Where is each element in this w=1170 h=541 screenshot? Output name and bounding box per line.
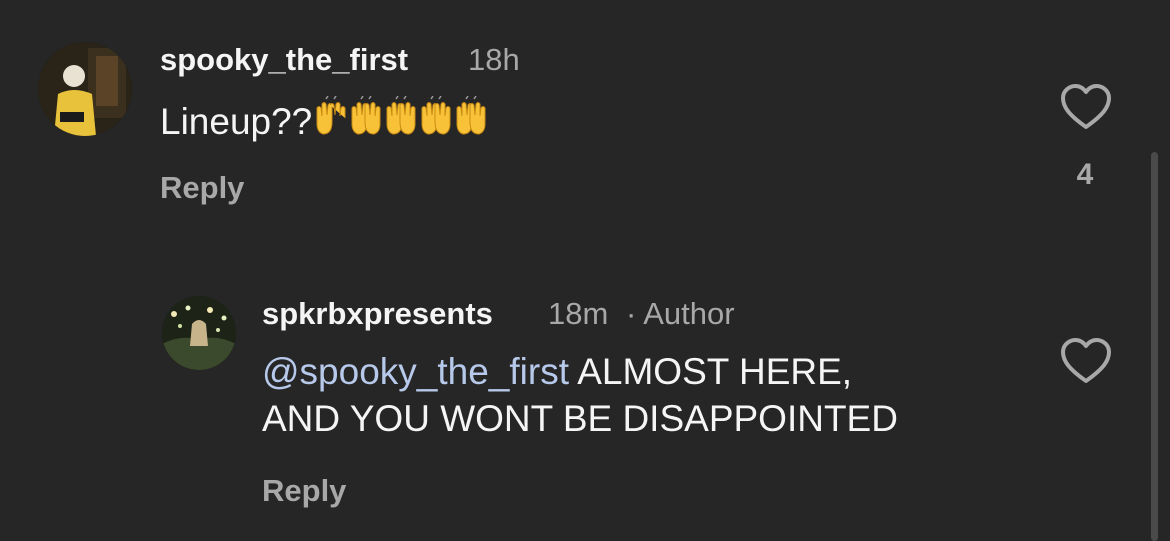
heart-outline-icon	[1061, 84, 1111, 129]
user-mention-link[interactable]: @spooky_the_first	[262, 351, 569, 392]
comment-timestamp: 18m	[548, 296, 609, 331]
comment-username[interactable]: spkrbxpresents	[262, 296, 493, 332]
like-button[interactable]	[1059, 336, 1113, 386]
raising-hands-emoji	[314, 96, 489, 140]
like-button[interactable]	[1059, 82, 1113, 132]
heart-outline-icon	[1061, 338, 1111, 383]
like-count: 4	[1076, 158, 1094, 191]
comment-text-line2: AND YOU WONT BE DISAPPOINTED	[262, 398, 898, 439]
comment-text: Lineup??	[160, 96, 489, 145]
reply-button[interactable]: Reply	[160, 170, 244, 206]
reply-button[interactable]: Reply	[262, 473, 346, 509]
scrollbar[interactable]	[1151, 152, 1158, 541]
comment-text: AND YOU WONT BE DISAPPOINTED	[262, 396, 898, 442]
author-badge: · Author	[626, 296, 735, 331]
comment-username[interactable]: spooky_the_first	[160, 42, 408, 78]
comment-timestamp: 18h	[468, 42, 520, 77]
comment-text: @spooky_the_first ALMOST HERE,	[262, 349, 852, 395]
avatar[interactable]	[162, 296, 236, 370]
avatar[interactable]	[38, 42, 132, 136]
comment-text-content: Lineup??	[160, 101, 313, 142]
comment-text-line1: ALMOST HERE,	[568, 351, 853, 392]
